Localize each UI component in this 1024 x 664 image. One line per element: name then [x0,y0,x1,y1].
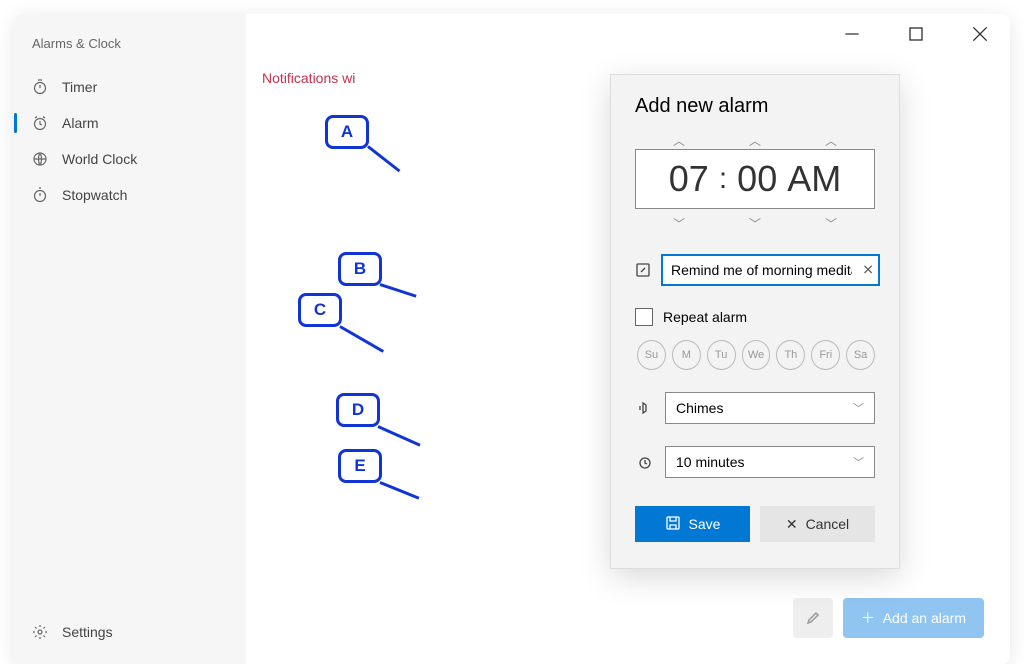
app-window: Alarms & Clock Timer Alarm World Clock S… [14,14,1010,664]
chevron-down-icon: ﹀ [853,454,864,470]
cancel-button[interactable]: ✕ Cancel [760,506,875,542]
nav-label: Settings [62,624,113,640]
edit-alarms-button[interactable] [793,598,833,638]
plus-icon: ＋ [861,608,875,628]
timer-icon [32,79,48,95]
day-th[interactable]: Th [776,340,805,370]
period-down[interactable]: ﹀ [825,215,837,232]
snooze-value: 10 minutes [676,454,744,470]
nav-label: World Clock [62,151,137,167]
fab-row: ＋ Add an alarm [793,598,984,638]
add-alarm-label: Add an alarm [883,610,966,626]
notification-warning: Notifications wi [262,70,355,86]
snooze-icon [635,454,655,470]
time-separator: : [719,162,727,196]
hour-down[interactable]: ﹀ [673,215,685,232]
cancel-label: Cancel [806,516,850,532]
day-su[interactable]: Su [637,340,666,370]
repeat-label: Repeat alarm [663,309,747,325]
day-fr[interactable]: Fri [811,340,840,370]
edit-icon [635,262,651,278]
callout-d: D [336,393,380,427]
sidebar-item-world-clock[interactable]: World Clock [14,141,246,177]
period-value: AM [787,158,841,200]
callout-b: B [338,252,382,286]
sidebar-item-stopwatch[interactable]: Stopwatch [14,177,246,213]
callout-a: A [325,115,369,149]
minute-down[interactable]: ﹀ [749,215,761,232]
alarm-icon [32,115,48,131]
time-picker[interactable]: 07 : 00 AM [635,149,875,209]
sound-value: Chimes [676,400,723,416]
callout-e: E [338,449,382,483]
hour-value: 07 [669,158,709,200]
alarm-name-input[interactable] [661,254,880,286]
close-button[interactable] [960,20,1000,48]
dialog-title: Add new alarm [635,95,875,118]
window-controls [832,20,1000,48]
maximize-button[interactable] [896,20,936,48]
sound-icon [635,400,655,416]
minute-value: 00 [737,158,777,200]
sidebar-item-timer[interactable]: Timer [14,69,246,105]
gear-icon [32,624,48,640]
repeat-checkbox[interactable] [635,308,653,326]
nav-label: Alarm [62,115,99,131]
save-label: Save [689,516,721,532]
nav-label: Timer [62,79,97,95]
minimize-button[interactable] [832,20,872,48]
globe-icon [32,151,48,167]
add-alarm-button[interactable]: ＋ Add an alarm [843,598,984,638]
minute-up[interactable]: ︿ [749,132,761,149]
save-icon [665,515,681,534]
day-tu[interactable]: Tu [707,340,736,370]
day-we[interactable]: We [742,340,771,370]
chevron-down-icon: ﹀ [853,400,864,416]
sound-select[interactable]: Chimes ﹀ [665,392,875,424]
save-button[interactable]: Save [635,506,750,542]
add-alarm-dialog: Add new alarm ︿ ︿ ︿ 07 : 00 AM ﹀ ﹀ ﹀ [610,74,900,569]
sidebar-item-alarm[interactable]: Alarm [14,105,246,141]
sidebar-item-settings[interactable]: Settings [14,614,246,650]
stopwatch-icon [32,187,48,203]
day-mo[interactable]: M [672,340,701,370]
close-icon: ✕ [786,516,798,533]
callout-c: C [298,293,342,327]
app-title: Alarms & Clock [14,32,246,69]
hour-up[interactable]: ︿ [673,132,685,149]
snooze-select[interactable]: 10 minutes ﹀ [665,446,875,478]
clear-name-button[interactable]: ✕ [862,262,874,279]
day-picker: Su M Tu We Th Fri Sa [637,340,875,370]
day-sa[interactable]: Sa [846,340,875,370]
sidebar: Alarms & Clock Timer Alarm World Clock S… [14,14,246,664]
nav-label: Stopwatch [62,187,127,203]
period-up[interactable]: ︿ [825,132,837,149]
